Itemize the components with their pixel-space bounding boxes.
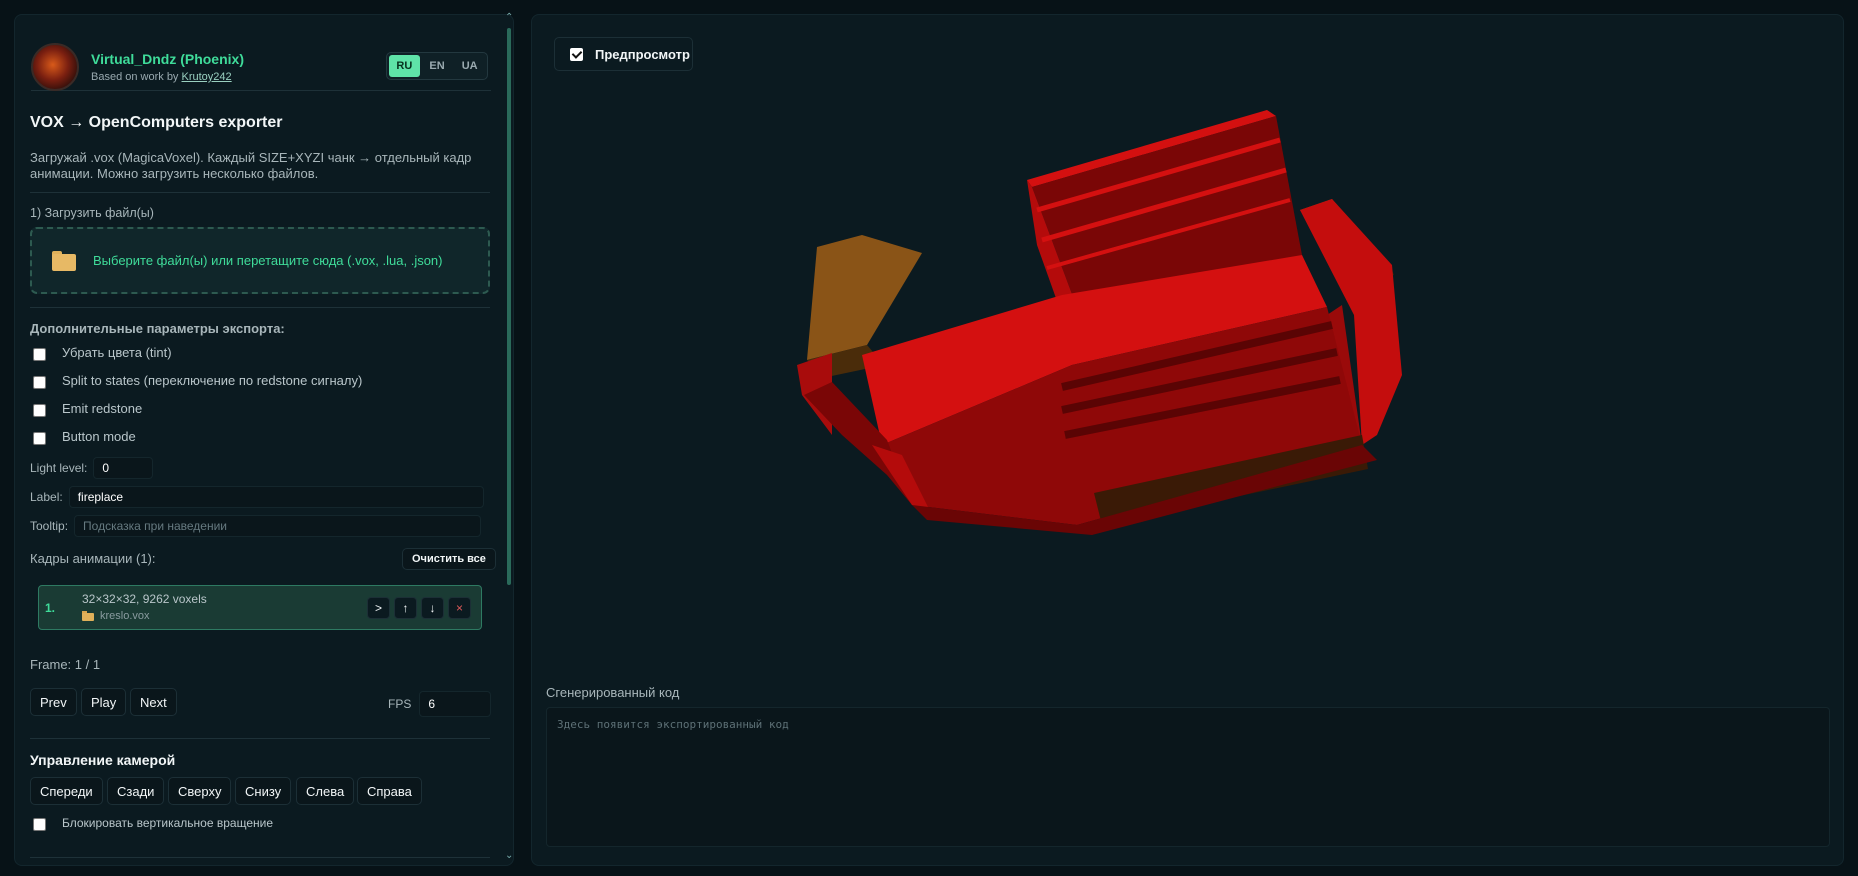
author-name: Virtual_Dndz (Phoenix) xyxy=(91,51,244,67)
option-button-mode[interactable]: Button mode xyxy=(33,428,136,445)
scroll-down-arrow[interactable]: ⌄ xyxy=(505,850,513,861)
play-button[interactable]: Play xyxy=(81,688,127,716)
option-split-states[interactable]: Split to states (переключение по redston… xyxy=(33,372,362,389)
checkbox[interactable] xyxy=(33,376,46,389)
author-header: Virtual_Dndz (Phoenix) Based on work by … xyxy=(31,29,491,91)
armchair-model xyxy=(797,110,1402,535)
divider xyxy=(30,307,490,308)
frames-heading: Кадры анимации (1): xyxy=(30,551,156,566)
page-description: Загружай .vox (MagicaVoxel). Каждый SIZE… xyxy=(30,150,472,181)
frame-list-item[interactable]: 1. 32×32×32, 9262 voxels kreslo.vox > ↑ … xyxy=(38,585,482,630)
option-tint[interactable]: Убрать цвета (tint) xyxy=(33,344,172,361)
3d-viewport[interactable] xyxy=(532,15,1844,675)
generated-code-label: Сгенерированный код xyxy=(546,685,680,700)
camera-right-button[interactable]: Справа xyxy=(357,777,422,805)
camera-left-button[interactable]: Слева xyxy=(296,777,355,805)
page-title: VOX → OpenComputers exporter xyxy=(30,114,283,131)
scroll-up-arrow[interactable]: ⌃ xyxy=(505,12,513,23)
checkbox-checked[interactable] xyxy=(570,47,583,61)
folder-icon xyxy=(82,611,94,621)
label-row: Label: fireplace xyxy=(30,486,484,508)
fps-row: FPS 6 xyxy=(388,691,492,717)
preview-toggle[interactable]: Предпросмотр xyxy=(554,37,693,71)
frame-counter: Frame: 1 / 1 xyxy=(30,657,101,672)
avatar xyxy=(31,43,79,91)
divider xyxy=(30,192,490,193)
language-switcher: RU EN UA xyxy=(386,52,488,80)
next-button[interactable]: Next xyxy=(130,688,177,716)
fps-label: FPS xyxy=(388,697,412,711)
camera-bottom-button[interactable]: Снизу xyxy=(235,777,292,805)
checkbox[interactable] xyxy=(33,348,46,361)
camera-heading: Управление камерой xyxy=(30,752,176,768)
label-input[interactable]: fireplace xyxy=(68,486,484,508)
divider xyxy=(30,738,490,739)
camera-top-button[interactable]: Сверху xyxy=(168,777,232,805)
upload-step-label: 1) Загрузить файл(ы) xyxy=(30,206,154,220)
tooltip-input[interactable]: Подсказка при наведении xyxy=(74,515,482,537)
preview-panel: Предпросмотр Сгенерированный код Здесь п… xyxy=(531,14,1844,866)
camera-front-button[interactable]: Спереди xyxy=(30,777,103,805)
lock-vertical-rotation[interactable]: Блокировать вертикальное вращение xyxy=(33,814,273,831)
divider xyxy=(30,857,490,858)
folder-icon xyxy=(52,250,76,271)
based-on-text: Based on work by Krutoy242 xyxy=(91,71,232,83)
left-arm-top xyxy=(807,235,922,360)
frame-info: 32×32×32, 9262 voxels xyxy=(82,592,207,606)
prev-button[interactable]: Prev xyxy=(30,688,77,716)
file-dropzone[interactable]: Выберите файл(ы) или перетащите сюда (.v… xyxy=(30,227,490,294)
dropzone-text: Выберите файл(ы) или перетащите сюда (.v… xyxy=(93,253,443,268)
tooltip-field-label: Tooltip: xyxy=(30,519,69,533)
frame-move-down-button[interactable]: ↓ xyxy=(421,597,444,619)
label-field-label: Label: xyxy=(30,490,63,504)
tooltip-row: Tooltip: Подсказка при наведении xyxy=(30,515,482,537)
frame-file: kreslo.vox xyxy=(82,610,150,622)
frame-goto-button[interactable]: > xyxy=(367,597,390,619)
frame-number: 1. xyxy=(45,601,56,615)
clear-all-button[interactable]: Очистить все xyxy=(402,548,496,570)
lang-ru-button[interactable]: RU xyxy=(389,55,420,77)
light-level-label: Light level: xyxy=(30,461,88,475)
checkbox[interactable] xyxy=(33,818,46,831)
light-level-row: Light level: 0 xyxy=(30,457,154,479)
checkbox[interactable] xyxy=(33,432,46,445)
light-level-input[interactable]: 0 xyxy=(93,457,154,479)
fps-input[interactable]: 6 xyxy=(419,691,492,717)
option-emit-redstone[interactable]: Emit redstone xyxy=(33,400,142,417)
lang-ua-button[interactable]: UA xyxy=(454,55,485,77)
krutoy-link[interactable]: Krutoy242 xyxy=(182,71,232,83)
options-heading: Дополнительные параметры экспорта: xyxy=(30,321,285,336)
generated-code-output[interactable]: Здесь появится экспортированный код xyxy=(546,707,1830,847)
lang-en-button[interactable]: EN xyxy=(422,55,453,77)
scrollbar-thumb[interactable] xyxy=(507,28,511,585)
frame-move-up-button[interactable]: ↑ xyxy=(394,597,417,619)
checkbox[interactable] xyxy=(33,404,46,417)
camera-back-button[interactable]: Сзади xyxy=(107,777,165,805)
frame-delete-button[interactable]: × xyxy=(448,597,471,619)
